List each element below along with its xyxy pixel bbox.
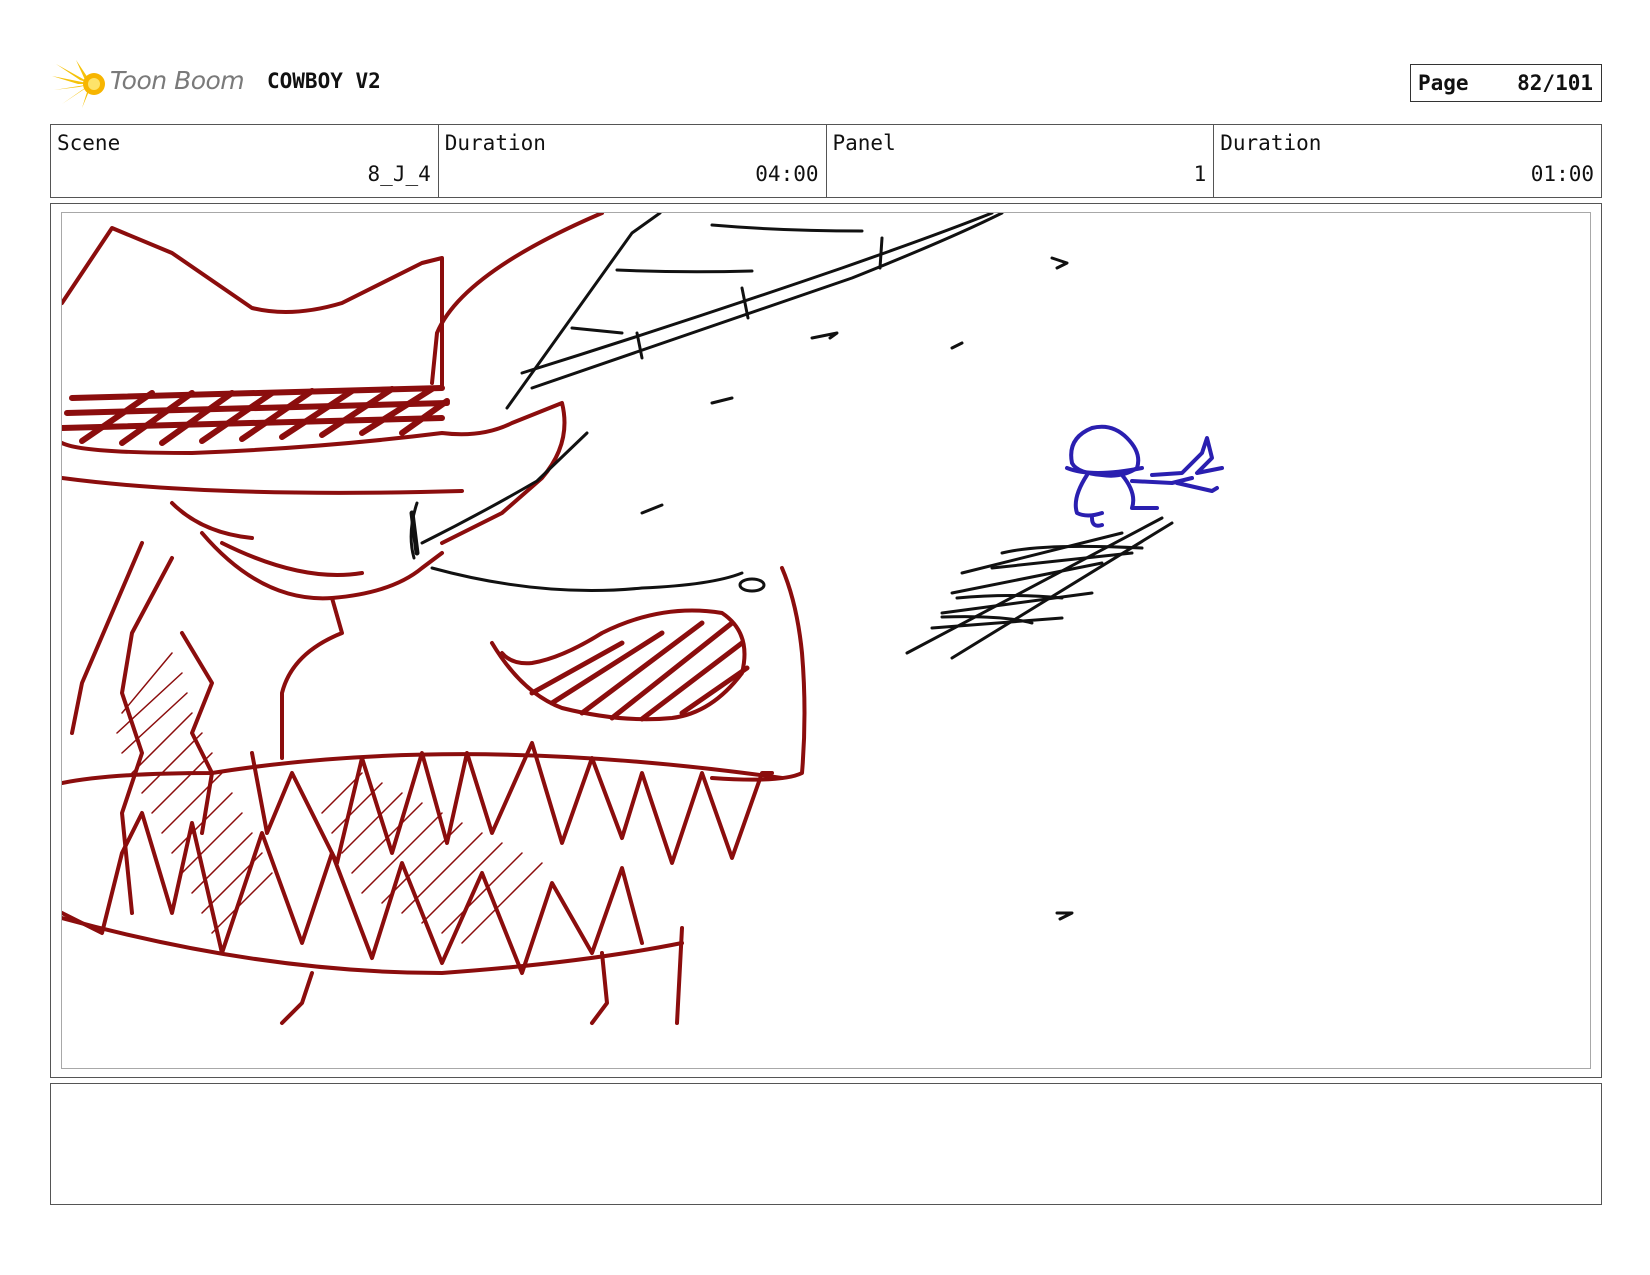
panel-duration-value: 01:00 xyxy=(1530,162,1594,186)
scene-cell: Scene 8_J_4 xyxy=(51,125,439,197)
scene-label: Scene xyxy=(57,131,121,155)
starburst-icon xyxy=(52,60,105,108)
page-number: 82/101 xyxy=(1517,71,1593,95)
storyboard-sketch xyxy=(62,213,1224,1025)
scene-duration-label: Duration xyxy=(444,131,546,155)
panel-notes xyxy=(50,1083,1602,1205)
toon-boom-logo: Toon Boom xyxy=(52,58,252,110)
scene-duration-cell: Duration 04:00 xyxy=(439,125,827,197)
scene-value: 8_J_4 xyxy=(367,162,431,186)
logo-text: Toon Boom xyxy=(110,66,245,95)
panel-image-area xyxy=(61,212,1591,1069)
monster-sketch xyxy=(62,213,807,1025)
background-linework xyxy=(409,213,1174,921)
page-label: Page xyxy=(1418,71,1469,95)
storyboard-header: Toon Boom COWBOY V2 Page 82/101 xyxy=(50,58,1602,108)
panel-value: 1 xyxy=(1193,162,1207,186)
project-title: COWBOY V2 xyxy=(267,69,381,93)
panel-frame xyxy=(50,203,1602,1078)
panel-duration-label: Duration xyxy=(1220,131,1322,155)
scene-duration-value: 04:00 xyxy=(755,162,819,186)
panel-duration-cell: Duration 01:00 xyxy=(1214,125,1601,197)
cowboy-character-sketch xyxy=(1065,424,1224,528)
page-indicator: Page 82/101 xyxy=(1410,64,1602,102)
panel-cell: Panel 1 xyxy=(827,125,1215,197)
panel-info-row: Scene 8_J_4 Duration 04:00 Panel 1 Durat… xyxy=(50,124,1602,198)
panel-label: Panel xyxy=(832,131,896,155)
